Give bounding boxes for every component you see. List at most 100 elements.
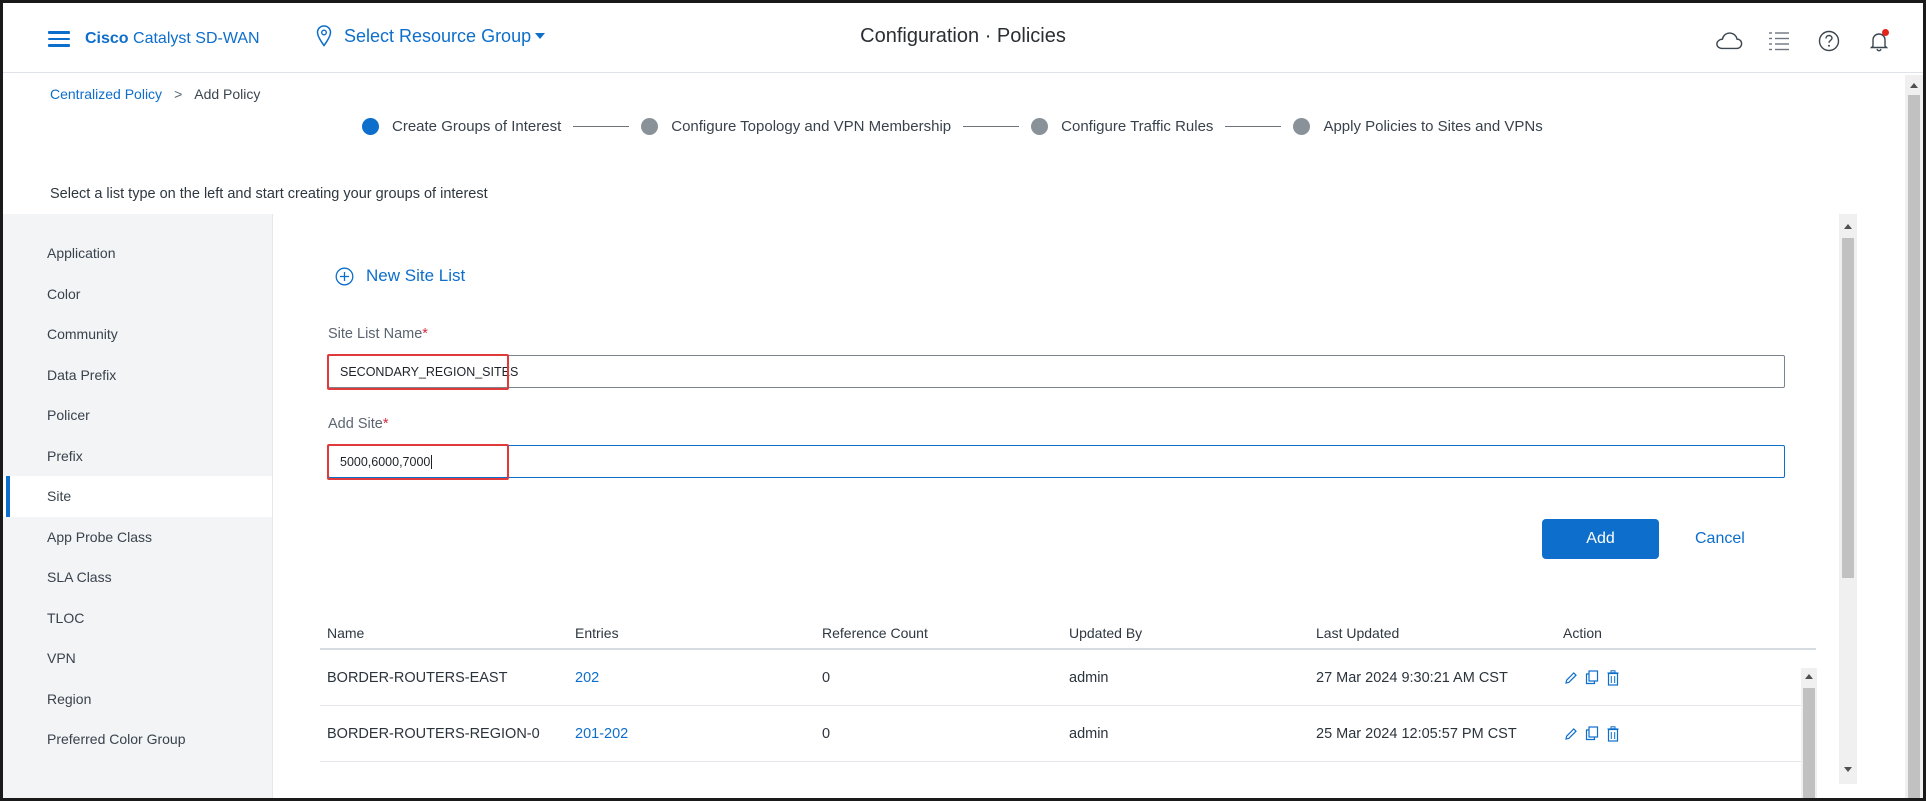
cell-entries-link[interactable]: 201-202 xyxy=(568,726,815,742)
step-label: Configure Traffic Rules xyxy=(1061,118,1214,135)
breadcrumb-current: Add Policy xyxy=(194,86,261,102)
scroll-up-arrow-icon[interactable] xyxy=(1910,83,1918,88)
step-dot-icon xyxy=(641,118,659,135)
scroll-up-arrow-icon[interactable] xyxy=(1844,224,1852,229)
column-header-name[interactable]: Name xyxy=(320,625,568,641)
cloud-icon[interactable] xyxy=(1715,27,1743,55)
add-button[interactable]: Add xyxy=(1542,519,1659,559)
page-title: Configuration · Policies xyxy=(3,25,1923,48)
column-header-updated-by[interactable]: Updated By xyxy=(1062,625,1309,641)
annotation-highlight-box xyxy=(327,354,509,390)
delete-trash-icon[interactable] xyxy=(1605,725,1621,743)
breadcrumb: Centralized Policy > Add Policy xyxy=(50,86,260,102)
sidebar-item-vpn[interactable]: VPN xyxy=(3,638,272,679)
sidebar-item-color[interactable]: Color xyxy=(3,274,272,315)
sidebar-item-community[interactable]: Community xyxy=(3,314,272,355)
add-site-label-text: Add Site xyxy=(328,416,383,432)
task-list-icon[interactable] xyxy=(1765,27,1793,55)
column-header-entries[interactable]: Entries xyxy=(568,625,815,641)
column-header-last-updated[interactable]: Last Updated xyxy=(1309,625,1556,641)
panel-scrollbar-thumb[interactable] xyxy=(1842,238,1854,578)
page-title-page: Policies xyxy=(996,25,1066,47)
instruction-text: Select a list type on the left and start… xyxy=(50,186,488,202)
cell-reference-count: 0 xyxy=(822,669,831,686)
copy-icon[interactable] xyxy=(1584,725,1600,743)
table-scrollbar-thumb[interactable] xyxy=(1803,688,1815,798)
cell-entries-link[interactable]: 202 xyxy=(568,670,815,686)
step-connector xyxy=(1225,126,1282,127)
notification-dot xyxy=(1882,29,1889,36)
site-list-name-label-text: Site List Name xyxy=(328,326,423,342)
page-title-separator: · xyxy=(984,25,992,47)
app-window: Cisco Catalyst SD-WAN Select Resource Gr… xyxy=(0,0,1926,801)
step-active-dot-icon xyxy=(362,118,379,135)
cell-name: BORDER-ROUTERS-EAST xyxy=(327,669,508,686)
table-header: Name Entries Reference Count Updated By … xyxy=(320,618,1816,650)
page-scrollbar-thumb[interactable] xyxy=(1908,95,1920,798)
add-site-label: Add Site* xyxy=(328,416,388,432)
sidebar-item-region[interactable]: Region xyxy=(3,679,272,720)
sidebar-item-prefix[interactable]: Prefix xyxy=(3,436,272,477)
top-header: Cisco Catalyst SD-WAN Select Resource Gr… xyxy=(3,3,1923,73)
required-mark: * xyxy=(382,416,389,432)
sidebar-item-sla-class[interactable]: SLA Class xyxy=(3,557,272,598)
cell-updated-by: admin xyxy=(1069,669,1109,686)
cell-actions xyxy=(1556,725,1776,743)
sidebar-item-site[interactable]: Site xyxy=(3,476,272,517)
step-label: Create Groups of Interest xyxy=(392,118,562,135)
new-site-list-button[interactable]: New Site List xyxy=(335,266,465,286)
column-header-reference-count[interactable]: Reference Count xyxy=(815,625,1062,641)
panel-scrollbar[interactable] xyxy=(1839,214,1857,784)
add-site-input[interactable]: 5000,6000,7000 xyxy=(328,445,1785,478)
plus-circle-icon xyxy=(335,267,354,285)
column-header-action: Action xyxy=(1563,625,1602,641)
cell-last-updated: 27 Mar 2024 9:30:21 AM CST xyxy=(1316,669,1508,686)
delete-trash-icon[interactable] xyxy=(1605,669,1621,687)
step-label: Apply Policies to Sites and VPNs xyxy=(1323,118,1543,135)
cell-reference-count: 0 xyxy=(822,725,831,742)
table-row[interactable]: BORDER-ROUTERS-REGION-0 201-202 0 admin … xyxy=(320,706,1816,762)
sidebar-item-data-prefix[interactable]: Data Prefix xyxy=(3,355,272,396)
step-dot-icon xyxy=(1031,118,1049,135)
cell-actions xyxy=(1556,669,1776,687)
wizard-stepper: Create Groups of Interest Configure Topo… xyxy=(362,118,1543,135)
sidebar-item-policer[interactable]: Policer xyxy=(3,395,272,436)
page-scrollbar[interactable] xyxy=(1905,75,1923,798)
sidebar-item-application[interactable]: Application xyxy=(3,233,272,274)
help-icon[interactable] xyxy=(1815,27,1843,55)
sidebar-item-preferred-color-group[interactable]: Preferred Color Group xyxy=(3,719,272,760)
edit-pencil-icon[interactable] xyxy=(1563,669,1579,687)
step-connector xyxy=(573,126,630,127)
bell-icon[interactable] xyxy=(1865,27,1893,55)
scroll-up-arrow-icon[interactable] xyxy=(1805,674,1813,679)
edit-pencil-icon[interactable] xyxy=(1563,725,1579,743)
cell-last-updated: 25 Mar 2024 12:05:57 PM CST xyxy=(1316,725,1517,742)
site-list-name-input[interactable]: SECONDARY_REGION_SITES xyxy=(328,355,1785,388)
list-type-sidebar: Application Color Community Data Prefix … xyxy=(3,214,273,798)
cell-updated-by: admin xyxy=(1069,725,1109,742)
sidebar-item-tloc[interactable]: TLOC xyxy=(3,598,272,639)
step-connector xyxy=(963,126,1020,127)
page-title-section: Configuration xyxy=(860,25,980,47)
main-panel: New Site List Site List Name* SECONDARY_… xyxy=(275,214,1857,798)
breadcrumb-centralized-policy[interactable]: Centralized Policy xyxy=(50,86,162,102)
step-label: Configure Topology and VPN Membership xyxy=(671,118,952,135)
table-row[interactable]: BORDER-ROUTERS-EAST 202 0 admin 27 Mar 2… xyxy=(320,650,1816,706)
table-scrollbar[interactable] xyxy=(1801,668,1817,798)
new-site-list-label: New Site List xyxy=(366,266,466,285)
site-list-name-label: Site List Name* xyxy=(328,326,428,342)
header-icons xyxy=(1715,27,1893,55)
sidebar-item-app-probe-class[interactable]: App Probe Class xyxy=(3,517,272,558)
cancel-button[interactable]: Cancel xyxy=(1695,519,1745,559)
step-dot-icon xyxy=(1293,118,1311,135)
annotation-highlight-box xyxy=(327,444,509,480)
step-configure-traffic-rules[interactable]: Configure Traffic Rules xyxy=(1031,118,1213,135)
scroll-down-arrow-icon[interactable] xyxy=(1844,767,1852,772)
copy-icon[interactable] xyxy=(1584,669,1600,687)
step-configure-topology[interactable]: Configure Topology and VPN Membership xyxy=(641,118,951,135)
site-lists-table: Name Entries Reference Count Updated By … xyxy=(320,618,1816,762)
step-create-groups[interactable]: Create Groups of Interest xyxy=(362,118,561,135)
cell-name: BORDER-ROUTERS-REGION-0 xyxy=(327,725,540,742)
step-apply-policies[interactable]: Apply Policies to Sites and VPNs xyxy=(1293,118,1543,135)
required-mark: * xyxy=(422,326,428,342)
